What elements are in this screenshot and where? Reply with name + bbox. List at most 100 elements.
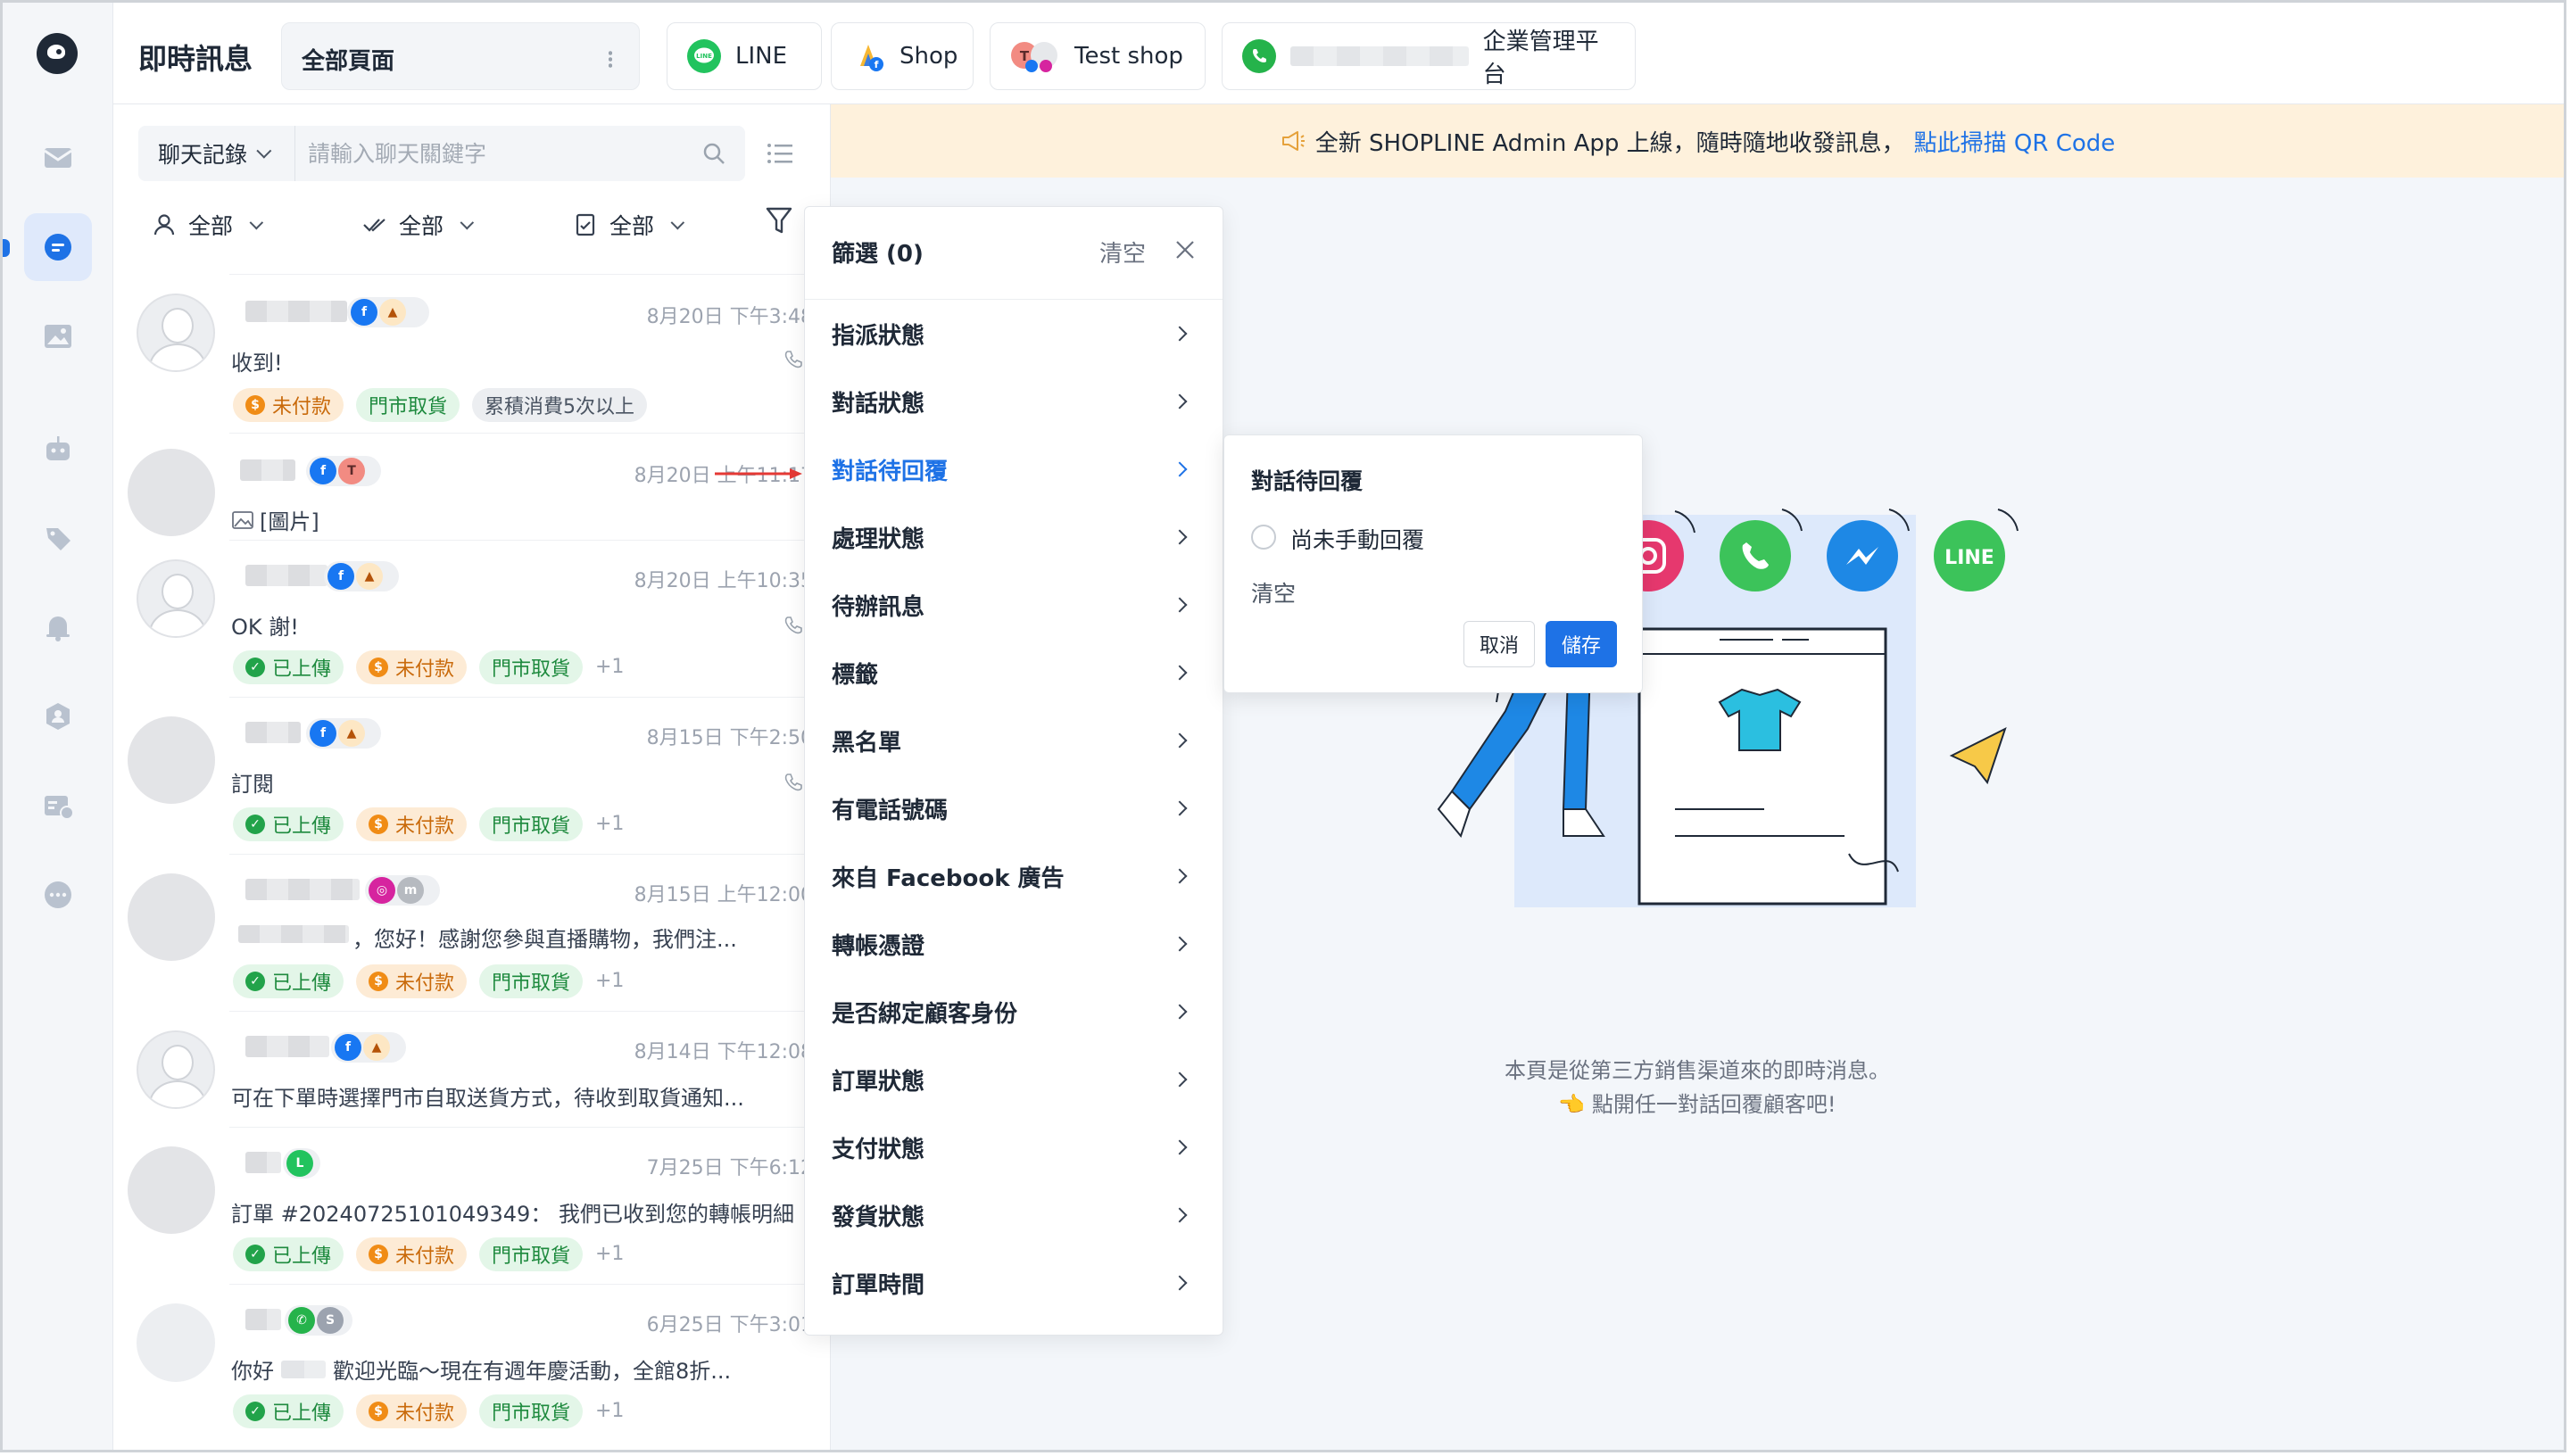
qr-code-link[interactable]: 點此掃描 QR Code xyxy=(1914,125,2116,158)
conversation-item[interactable]: L 7月25日 下午6:12 訂單 #20240725101049349： 我們… xyxy=(113,1127,830,1284)
filter-row-payment-status[interactable]: 支付狀態 xyxy=(805,1113,1223,1181)
person-icon xyxy=(153,214,175,236)
blurred-customer-name xyxy=(245,1152,281,1173)
channel-tab-test-shop[interactable]: T Test shop xyxy=(990,22,1206,90)
inbox-icon[interactable] xyxy=(24,124,92,192)
message-greeting: 你好 xyxy=(231,1359,274,1384)
subpanel-title: 對話待回覆 xyxy=(1251,468,1364,494)
more-vertical-icon[interactable] xyxy=(609,50,612,68)
last-message: 可在下單時選擇門市自取送貨方式，待收到取貨通知... xyxy=(231,1086,744,1111)
line-icon: L xyxy=(286,1150,313,1177)
bell-icon[interactable] xyxy=(24,593,92,661)
chevron-right-icon xyxy=(1172,868,1188,884)
check-circle-icon: ✓ xyxy=(245,1402,265,1421)
filter-row-order-status[interactable]: 訂單狀態 xyxy=(805,1046,1223,1113)
filter-row-order-time[interactable]: 訂單時間 xyxy=(805,1249,1223,1317)
filter-funnel-icon[interactable] xyxy=(765,204,793,236)
search-icon[interactable] xyxy=(702,142,725,165)
divider xyxy=(229,540,830,541)
conversation-item[interactable]: f ▲ 8月14日 下午12:08 可在下單時選擇門市自取送貨方式，待收到取貨通… xyxy=(113,1011,830,1127)
chevron-down-icon xyxy=(256,143,272,159)
blurred-customer-name xyxy=(245,565,327,586)
channel-tab-line[interactable]: LINE LINE xyxy=(667,22,822,90)
tag-icon[interactable] xyxy=(24,504,92,572)
chevron-right-icon xyxy=(1172,1139,1188,1155)
whatsapp-icon xyxy=(1242,39,1276,73)
contact-settings-icon[interactable] xyxy=(24,772,92,840)
last-message: 歡迎光臨～現在有週年慶活動，全館8折... xyxy=(333,1359,732,1384)
filter-row-tags[interactable]: 標籤 xyxy=(805,639,1223,707)
close-icon[interactable] xyxy=(1173,237,1198,262)
conversation-item[interactable]: f ▲ 8月20日 下午3:48 收到! $ 未付款 門市取貨 累積消費5次以上 xyxy=(113,274,830,433)
not-replied-radio[interactable] xyxy=(1251,525,1276,550)
chevron-right-icon xyxy=(1172,1071,1188,1088)
not-replied-label[interactable]: 尚未手動回覆 xyxy=(1290,523,1424,555)
read-status-filter[interactable]: 全部 xyxy=(361,203,475,247)
facebook-icon: f xyxy=(335,1034,361,1061)
shop-icon: ▲ xyxy=(338,720,365,747)
filter-row-todo-message[interactable]: 待辦訊息 xyxy=(805,571,1223,639)
gallery-icon[interactable] xyxy=(24,302,92,370)
more-icon[interactable] xyxy=(24,861,92,929)
filter-row-has-phone[interactable]: 有電話號碼 xyxy=(805,774,1223,842)
filter-row-shipping-status[interactable]: 發貨狀態 xyxy=(805,1181,1223,1249)
team-icon[interactable] xyxy=(24,682,92,750)
chat-search-input[interactable] xyxy=(308,135,683,172)
tag-uploaded: ✓ 已上傳 xyxy=(233,1237,344,1271)
divider xyxy=(229,854,830,855)
channel-tab-shop[interactable]: f Shop xyxy=(831,22,974,90)
cancel-button[interactable]: 取消 xyxy=(1463,621,1535,667)
subpanel-clear-button[interactable]: 清空 xyxy=(1251,576,1296,608)
read-status-filter-label: 全部 xyxy=(399,213,444,239)
page-selector[interactable]: 全部頁面 xyxy=(281,22,640,90)
filter-row-blacklist[interactable]: 黑名單 xyxy=(805,707,1223,774)
chat-icon[interactable] xyxy=(24,213,92,281)
filter-row-assign-status[interactable]: 指派狀態 xyxy=(805,300,1223,368)
chat-search-bar: 聊天記錄 xyxy=(138,126,745,181)
filter-clear-button[interactable]: 清空 xyxy=(1099,236,1146,269)
filter-row-conversation-status[interactable]: 對話狀態 xyxy=(805,368,1223,435)
save-button[interactable]: 儲存 xyxy=(1546,621,1617,667)
avatar xyxy=(137,294,215,372)
channel-name: LINE xyxy=(735,43,788,70)
filter-row-handle-status[interactable]: 處理狀態 xyxy=(805,503,1223,571)
conversation-time: 8月20日 上午10:35 xyxy=(634,570,813,592)
conversation-item[interactable]: f ▲ 8月15日 下午2:50 訂閱 ✓ 已上傳 $ 未付款 門市取貨 +1 xyxy=(113,697,830,854)
conversation-item[interactable]: f ▲ 8月20日 上午10:35 OK 謝! ✓ 已上傳 $ 未付款 門市取貨 +… xyxy=(113,540,830,697)
conversation-time: 7月25日 下午6:12 xyxy=(646,1157,813,1179)
divider xyxy=(229,433,830,434)
line-icon: LINE xyxy=(687,39,721,73)
assignee-filter[interactable]: 全部 xyxy=(151,203,264,247)
conversation-item[interactable]: ◎ m 8月15日 上午12:00 ，您好！感謝您參與直播購物，我們注... ✓… xyxy=(113,854,830,1011)
conversation-time: 8月15日 上午12:00 xyxy=(634,884,813,906)
conversation-item[interactable]: f T 8月20日 上午11:17 [圖片] xyxy=(113,433,830,540)
chevron-right-icon xyxy=(1172,1207,1188,1223)
tag-unpaid: $ 未付款 xyxy=(356,650,468,684)
conversation-time: 8月15日 下午2:50 xyxy=(646,727,813,749)
app-logo-icon[interactable] xyxy=(37,33,78,74)
tag-unpaid: $ 未付款 xyxy=(356,1237,468,1271)
blurred-customer-name xyxy=(238,925,349,943)
filter-panel-title: 篩選 (0) xyxy=(832,241,924,268)
facebook-icon: f xyxy=(327,563,354,590)
task-filter[interactable]: 全部 xyxy=(572,203,685,247)
bot-icon[interactable] xyxy=(24,415,92,483)
channel-tab-enterprise[interactable]: 企業管理平台 xyxy=(1222,22,1636,90)
filter-row-transfer-proof[interactable]: 轉帳憑證 xyxy=(805,910,1223,978)
check-circle-icon: ✓ xyxy=(245,658,265,677)
blurred-customer-name xyxy=(245,301,347,322)
filter-row-pending-reply[interactable]: 對話待回覆 xyxy=(805,435,1223,503)
filter-row-facebook-ads[interactable]: 來自 Facebook 廣告 xyxy=(805,842,1223,910)
phone-icon xyxy=(784,351,802,368)
facebook-icon: f xyxy=(310,720,336,747)
chevron-right-icon xyxy=(1172,1275,1188,1291)
chevron-down-icon xyxy=(249,215,264,229)
list-view-icon[interactable] xyxy=(765,138,795,169)
conversation-time: 6月25日 下午3:01 xyxy=(646,1314,813,1336)
search-type-select[interactable]: 聊天記錄 xyxy=(138,126,295,181)
double-check-icon xyxy=(363,219,386,232)
chevron-down-icon xyxy=(460,215,475,229)
tag-unpaid: $ 未付款 xyxy=(233,388,344,422)
filter-row-customer-binding[interactable]: 是否綁定顧客身份 xyxy=(805,978,1223,1046)
conversation-item[interactable]: ✆ S 6月25日 下午3:01 你好 歡迎光臨～現在有週年慶活動，全館8折..… xyxy=(113,1284,830,1450)
